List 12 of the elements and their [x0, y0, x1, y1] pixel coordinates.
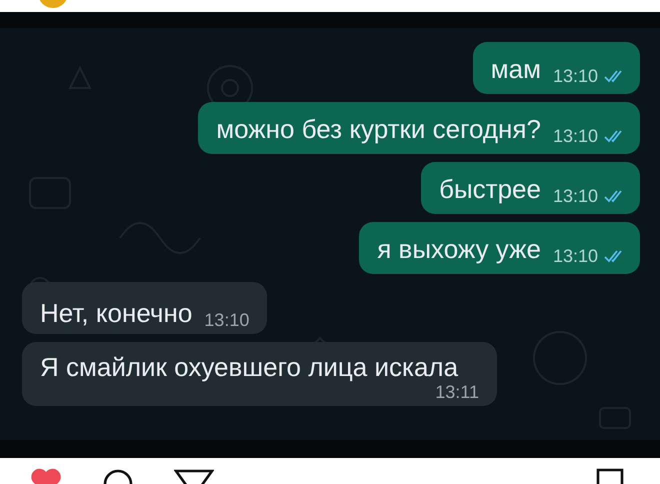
message-text: можно без куртки сегодня? — [216, 114, 541, 144]
message-time: 13:11 — [435, 382, 479, 402]
message-time: 13:10 — [552, 246, 598, 266]
message-time: 13:10 — [552, 186, 598, 206]
message-time: 13:10 — [204, 310, 250, 330]
message-text: я выхожу уже — [377, 234, 541, 264]
message-text: быстрее — [439, 174, 541, 204]
message-time: 13:10 — [552, 126, 598, 146]
message-text: Нет, конечно — [40, 298, 192, 328]
message-time: 13:10 — [552, 66, 598, 86]
message-text: Я смайлик охуевшего лица искала — [40, 352, 460, 382]
message-text: мам — [490, 54, 541, 84]
